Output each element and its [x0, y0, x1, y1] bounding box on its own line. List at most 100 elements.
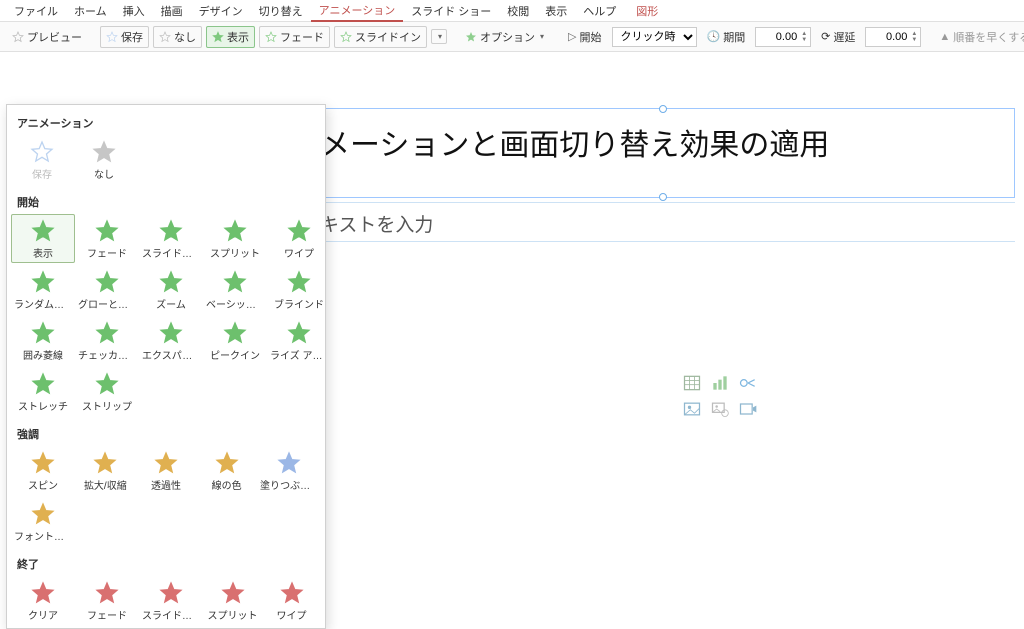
anim-item[interactable]: スライドアウト [139, 576, 203, 625]
anim-item[interactable]: 線の色 [196, 446, 257, 495]
quick-anim-0[interactable]: 保存 [100, 26, 149, 48]
duration-container: 🕓 期間 [701, 26, 752, 48]
stepper-arrows[interactable]: ▲▼ [801, 31, 807, 43]
anim-item[interactable]: 塗りつぶしの色 [257, 446, 321, 495]
delay-input[interactable] [869, 31, 907, 43]
anim-item[interactable]: なし [73, 135, 135, 184]
selection-handle[interactable] [659, 193, 667, 201]
anim-item[interactable]: 囲み菱線 [11, 316, 75, 365]
star-icon [212, 31, 224, 43]
star-icon [31, 502, 55, 526]
stepper-arrows[interactable]: ▲▼ [911, 31, 917, 43]
star-icon [265, 31, 277, 43]
menu-item-5[interactable]: 切り替え [251, 1, 311, 21]
anim-item[interactable]: 保存 [11, 135, 73, 184]
anim-item[interactable]: エクスパンド [139, 316, 203, 365]
menu-item-6[interactable]: アニメーション [311, 0, 404, 22]
insert-table-icon[interactable] [680, 372, 704, 394]
anim-item-label: スライドイン [142, 245, 200, 260]
quick-anim-3[interactable]: フェード [259, 26, 330, 48]
menu-item-0[interactable]: ファイル [6, 1, 66, 21]
delay-label: 遅延 [833, 29, 855, 45]
anim-item-label: ランダムスト... [14, 296, 72, 311]
anim-item[interactable]: スプリット [203, 214, 267, 263]
star-icon [95, 270, 119, 294]
quick-anim-1[interactable]: なし [153, 26, 202, 48]
anim-item[interactable]: ワイプ [267, 214, 326, 263]
menu-item-7[interactable]: スライド ショー [403, 1, 499, 21]
insert-picture-icon[interactable] [680, 398, 704, 420]
quick-anim-2[interactable]: 表示 [206, 26, 255, 48]
duration-input[interactable] [759, 31, 797, 43]
star-icon [31, 219, 55, 243]
anim-item[interactable]: ワイプ [262, 576, 321, 625]
animation-gallery-panel[interactable]: アニメーション保存なし開始表示フェードスライドインスプリットワイプランダムスト.… [6, 104, 326, 629]
menu-item-10[interactable]: ヘルプ [575, 1, 624, 21]
anim-item-label: グローとターン [78, 296, 136, 311]
slide-subtitle-text[interactable]: キストを入力 [320, 210, 433, 237]
star-icon [223, 270, 247, 294]
menu-item-1[interactable]: ホーム [66, 1, 115, 21]
menu-item-9[interactable]: 表示 [537, 1, 575, 21]
anim-item[interactable]: フォントの色 [11, 497, 75, 546]
clock-icon: 🕓 [707, 30, 721, 43]
delay-container: ⟳ 遅延 [815, 26, 861, 48]
anim-item[interactable]: 表示 [11, 214, 75, 263]
options-label: オプション [480, 29, 535, 45]
preview-button[interactable]: プレビュー [6, 26, 88, 48]
quick-anim-label: 保存 [121, 29, 143, 45]
anim-item-label: ライズ アップ [270, 347, 326, 362]
menu-item-4[interactable]: デザイン [191, 1, 251, 21]
duration-spinner[interactable]: ▲▼ [755, 27, 811, 47]
anim-item-label: ズーム [156, 296, 186, 311]
selection-handle[interactable] [659, 105, 667, 113]
anim-item[interactable]: ランダムスト... [11, 265, 75, 314]
anim-item[interactable]: 透過性 [136, 446, 197, 495]
start-select[interactable]: クリック時 [612, 27, 697, 47]
delay-spinner[interactable]: ▲▼ [865, 27, 921, 47]
anim-section-grid: 保存 なし [7, 133, 325, 190]
reorder-earlier-button[interactable]: ▲ 順番を早くする [933, 26, 1024, 48]
menu-item-3[interactable]: 描画 [153, 1, 191, 21]
anim-item-label: なし [94, 166, 114, 181]
menu-item-8[interactable]: 校閲 [499, 1, 537, 21]
duration-label: 期間 [723, 29, 745, 45]
menu-item-2[interactable]: 挿入 [115, 1, 153, 21]
anim-item-label: スライドアウト [142, 607, 200, 622]
insert-smartart-icon[interactable] [736, 372, 760, 394]
anim-item[interactable]: ストリップ [75, 367, 139, 416]
slide-canvas[interactable]: メーションと画面切り替え効果の適用 キストを入力 アニメーション保存なし開始表示… [0, 52, 1024, 583]
anim-item[interactable]: ブラインド [267, 265, 326, 314]
anim-item[interactable]: フェード [75, 214, 139, 263]
anim-item[interactable]: ストレッチ [11, 367, 75, 416]
star-icon [12, 31, 24, 43]
slide-title-text[interactable]: メーションと画面切り替え効果の適用 [320, 120, 829, 164]
star-icon [31, 581, 55, 605]
options-dropdown[interactable]: オプション ▾ [459, 26, 550, 48]
anim-item[interactable]: フェード [75, 576, 139, 625]
anim-item[interactable]: 拡大/収縮 [75, 446, 136, 495]
anim-item-label: 保存 [32, 166, 52, 181]
anim-item[interactable]: ベーシック ズ... [203, 265, 267, 314]
anim-item-label: スピン [28, 477, 58, 492]
quick-anim-label: なし [174, 29, 196, 45]
anim-item[interactable]: ライズ アップ [267, 316, 326, 365]
quick-anim-label: 表示 [227, 29, 249, 45]
quick-more-dropdown[interactable]: ▾ [431, 29, 447, 44]
anim-item-label: ピークイン [210, 347, 260, 362]
anim-item[interactable]: スプリット [203, 576, 262, 625]
anim-item-label: ワイプ [277, 607, 307, 622]
insert-video-icon[interactable] [736, 398, 760, 420]
anim-item[interactable]: ピークイン [203, 316, 267, 365]
anim-item[interactable]: スライドイン [139, 214, 203, 263]
anim-item[interactable]: ズーム [139, 265, 203, 314]
anim-item[interactable]: クリア [11, 576, 75, 625]
star-icon [92, 140, 116, 164]
anim-item[interactable]: スピン [11, 446, 75, 495]
insert-chart-icon[interactable] [708, 372, 732, 394]
insert-online-picture-icon[interactable] [708, 398, 732, 420]
menu-item-context[interactable]: 図形 [628, 1, 666, 21]
quick-anim-4[interactable]: スライドイン [334, 26, 427, 48]
anim-item[interactable]: チェッカーボ... [75, 316, 139, 365]
anim-item[interactable]: グローとターン [75, 265, 139, 314]
